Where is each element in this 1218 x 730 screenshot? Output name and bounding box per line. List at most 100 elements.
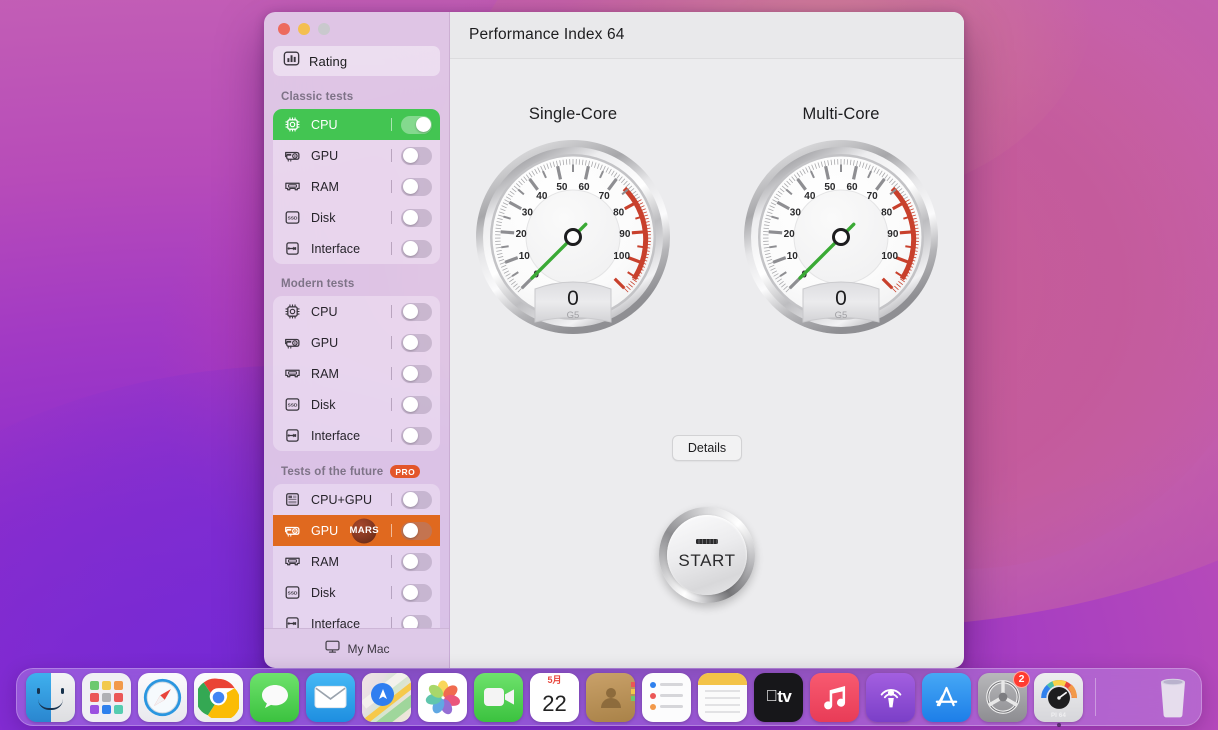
- gauge-tick-label: 50: [556, 182, 568, 193]
- dock-separator: [1095, 678, 1096, 716]
- sidebar-item-future-gpu-mars[interactable]: GPU MARS: [273, 515, 440, 546]
- dock-item-mail[interactable]: [306, 672, 355, 722]
- toggle-future-disk[interactable]: [401, 583, 432, 602]
- sidebar-item-label: CPU+GPU: [311, 492, 373, 507]
- sidebar-item-rating[interactable]: Rating: [273, 46, 440, 76]
- ssd-icon: SSD: [283, 583, 302, 602]
- dock-item-facetime[interactable]: [474, 672, 523, 722]
- toggle-classic-cpu[interactable]: [401, 115, 432, 134]
- photos-icon: [418, 672, 467, 722]
- sidebar-item-label: Interface: [311, 428, 361, 443]
- toggle-future-ram[interactable]: [401, 552, 432, 571]
- sidebar-item-label: GPU: [311, 523, 339, 538]
- toggle-modern-disk[interactable]: [401, 395, 432, 414]
- section-group-future: CPU+GPU GPU MARS RAM SSD Disk Interface: [273, 484, 440, 628]
- dock-item-launchpad[interactable]: [82, 672, 131, 722]
- toggle-classic-disk[interactable]: [401, 208, 432, 227]
- gpu-icon: [283, 333, 302, 352]
- sidebar-item-modern-interface[interactable]: Interface: [273, 420, 440, 451]
- cpu-icon: [283, 115, 302, 134]
- dock-item-reminders[interactable]: [642, 672, 691, 722]
- dock-item-music[interactable]: [810, 672, 859, 722]
- toggle-classic-gpu[interactable]: [401, 146, 432, 165]
- dock-item-maps[interactable]: [362, 672, 411, 722]
- gauge-tick-label: 10: [787, 251, 799, 262]
- sidebar-item-future-cpu-gpu[interactable]: CPU+GPU: [273, 484, 440, 515]
- toggle-classic-interface[interactable]: [401, 239, 432, 258]
- gauge-single-core: Single-Core 10 20 30 40 50 60 70 80 90 1…: [473, 105, 673, 337]
- dock-item-calendar[interactable]: 5月 22: [530, 672, 579, 722]
- gauge-tick-label: 50: [824, 182, 836, 193]
- sidebar-item-label: Interface: [311, 241, 361, 256]
- dock-item-system-settings[interactable]: 2: [978, 670, 1030, 722]
- dock-item-trash[interactable]: [1148, 673, 1197, 722]
- row-divider: [391, 211, 392, 224]
- sidebar-item-classic-cpu[interactable]: CPU: [273, 109, 440, 140]
- toggle-future-cpu-gpu[interactable]: [401, 490, 432, 509]
- appstore-icon: [922, 672, 971, 722]
- row-divider: [391, 367, 392, 380]
- row-divider: [391, 429, 392, 442]
- performance-index-icon: PI 64: [1034, 672, 1083, 722]
- dock-item-performance-index[interactable]: PI 64: [1034, 672, 1083, 727]
- dock-item-notes[interactable]: [698, 672, 747, 722]
- toggle-future-gpu-mars[interactable]: [401, 521, 432, 540]
- row-divider: [391, 555, 392, 568]
- toggle-future-interface[interactable]: [401, 614, 432, 628]
- gauge-multi-core-value: 0: [835, 287, 847, 310]
- svg-text:SSD: SSD: [288, 590, 298, 596]
- section-group-classic: CPU GPU RAM SSD Disk Interface: [273, 109, 440, 264]
- sidebar-item-modern-cpu[interactable]: CPU: [273, 296, 440, 327]
- sidebar-item-label: CPU: [311, 117, 338, 132]
- toggle-modern-cpu[interactable]: [401, 302, 432, 321]
- toggle-modern-ram[interactable]: [401, 364, 432, 383]
- sidebar-item-modern-ram[interactable]: RAM: [273, 358, 440, 389]
- dock-item-appletv[interactable]: tv: [754, 672, 803, 722]
- dock-item-appstore[interactable]: [922, 672, 971, 722]
- sidebar-item-future-disk[interactable]: SSD Disk: [273, 577, 440, 608]
- performance-index-window: Rating Classic tests CPU GPU RAM SSD Dis…: [264, 12, 964, 668]
- dock-item-contacts[interactable]: [586, 672, 635, 722]
- details-button[interactable]: Details: [671, 435, 743, 461]
- section-heading-modern: Modern tests: [273, 275, 440, 296]
- dock-item-podcasts[interactable]: [866, 672, 915, 722]
- section-heading-modern-label: Modern tests: [281, 278, 355, 290]
- sidebar-item-modern-gpu[interactable]: GPU: [273, 327, 440, 358]
- minimize-button[interactable]: [298, 23, 310, 35]
- dock-item-finder[interactable]: [26, 672, 75, 722]
- dock-item-safari[interactable]: [138, 672, 187, 722]
- sidebar-item-classic-ram[interactable]: RAM: [273, 171, 440, 202]
- sidebar-item-classic-disk[interactable]: SSD Disk: [273, 202, 440, 233]
- start-button[interactable]: START: [659, 507, 755, 603]
- dock-item-messages[interactable]: [250, 672, 299, 722]
- gauge-tick-label: 80: [613, 208, 625, 219]
- toggle-classic-ram[interactable]: [401, 177, 432, 196]
- mail-icon: [306, 672, 355, 722]
- sidebar-scroll-area: Rating Classic tests CPU GPU RAM SSD Dis…: [264, 42, 449, 628]
- dock-item-chrome[interactable]: [194, 672, 243, 722]
- safari-icon: [138, 672, 187, 722]
- sidebar-item-classic-gpu[interactable]: GPU: [273, 140, 440, 171]
- dock-item-photos[interactable]: [418, 672, 467, 722]
- usb-port-icon: [283, 614, 302, 628]
- sidebar-footer-my-mac[interactable]: My Mac: [264, 628, 449, 668]
- svg-text:SSD: SSD: [288, 215, 298, 221]
- toggle-modern-gpu[interactable]: [401, 333, 432, 352]
- section-heading-future: Tests of the future PRO: [273, 462, 440, 484]
- window-traffic-lights: [264, 12, 449, 42]
- gauge-hub: [832, 228, 850, 246]
- toggle-modern-interface[interactable]: [401, 426, 432, 445]
- maximize-button[interactable]: [318, 23, 330, 35]
- gauge-tick-label: 30: [790, 208, 802, 219]
- close-button[interactable]: [278, 23, 290, 35]
- sidebar-item-modern-disk[interactable]: SSD Disk: [273, 389, 440, 420]
- row-divider: [391, 180, 392, 193]
- row-divider: [391, 118, 392, 131]
- row-divider: [391, 617, 392, 628]
- section-group-modern: CPU GPU RAM SSD Disk Interface: [273, 296, 440, 451]
- sidebar-item-future-ram[interactable]: RAM: [273, 546, 440, 577]
- sidebar-item-classic-interface[interactable]: Interface: [273, 233, 440, 264]
- start-button-inner: START: [667, 515, 747, 595]
- sidebar-item-future-interface[interactable]: Interface: [273, 608, 440, 628]
- trash-icon: [1148, 673, 1197, 722]
